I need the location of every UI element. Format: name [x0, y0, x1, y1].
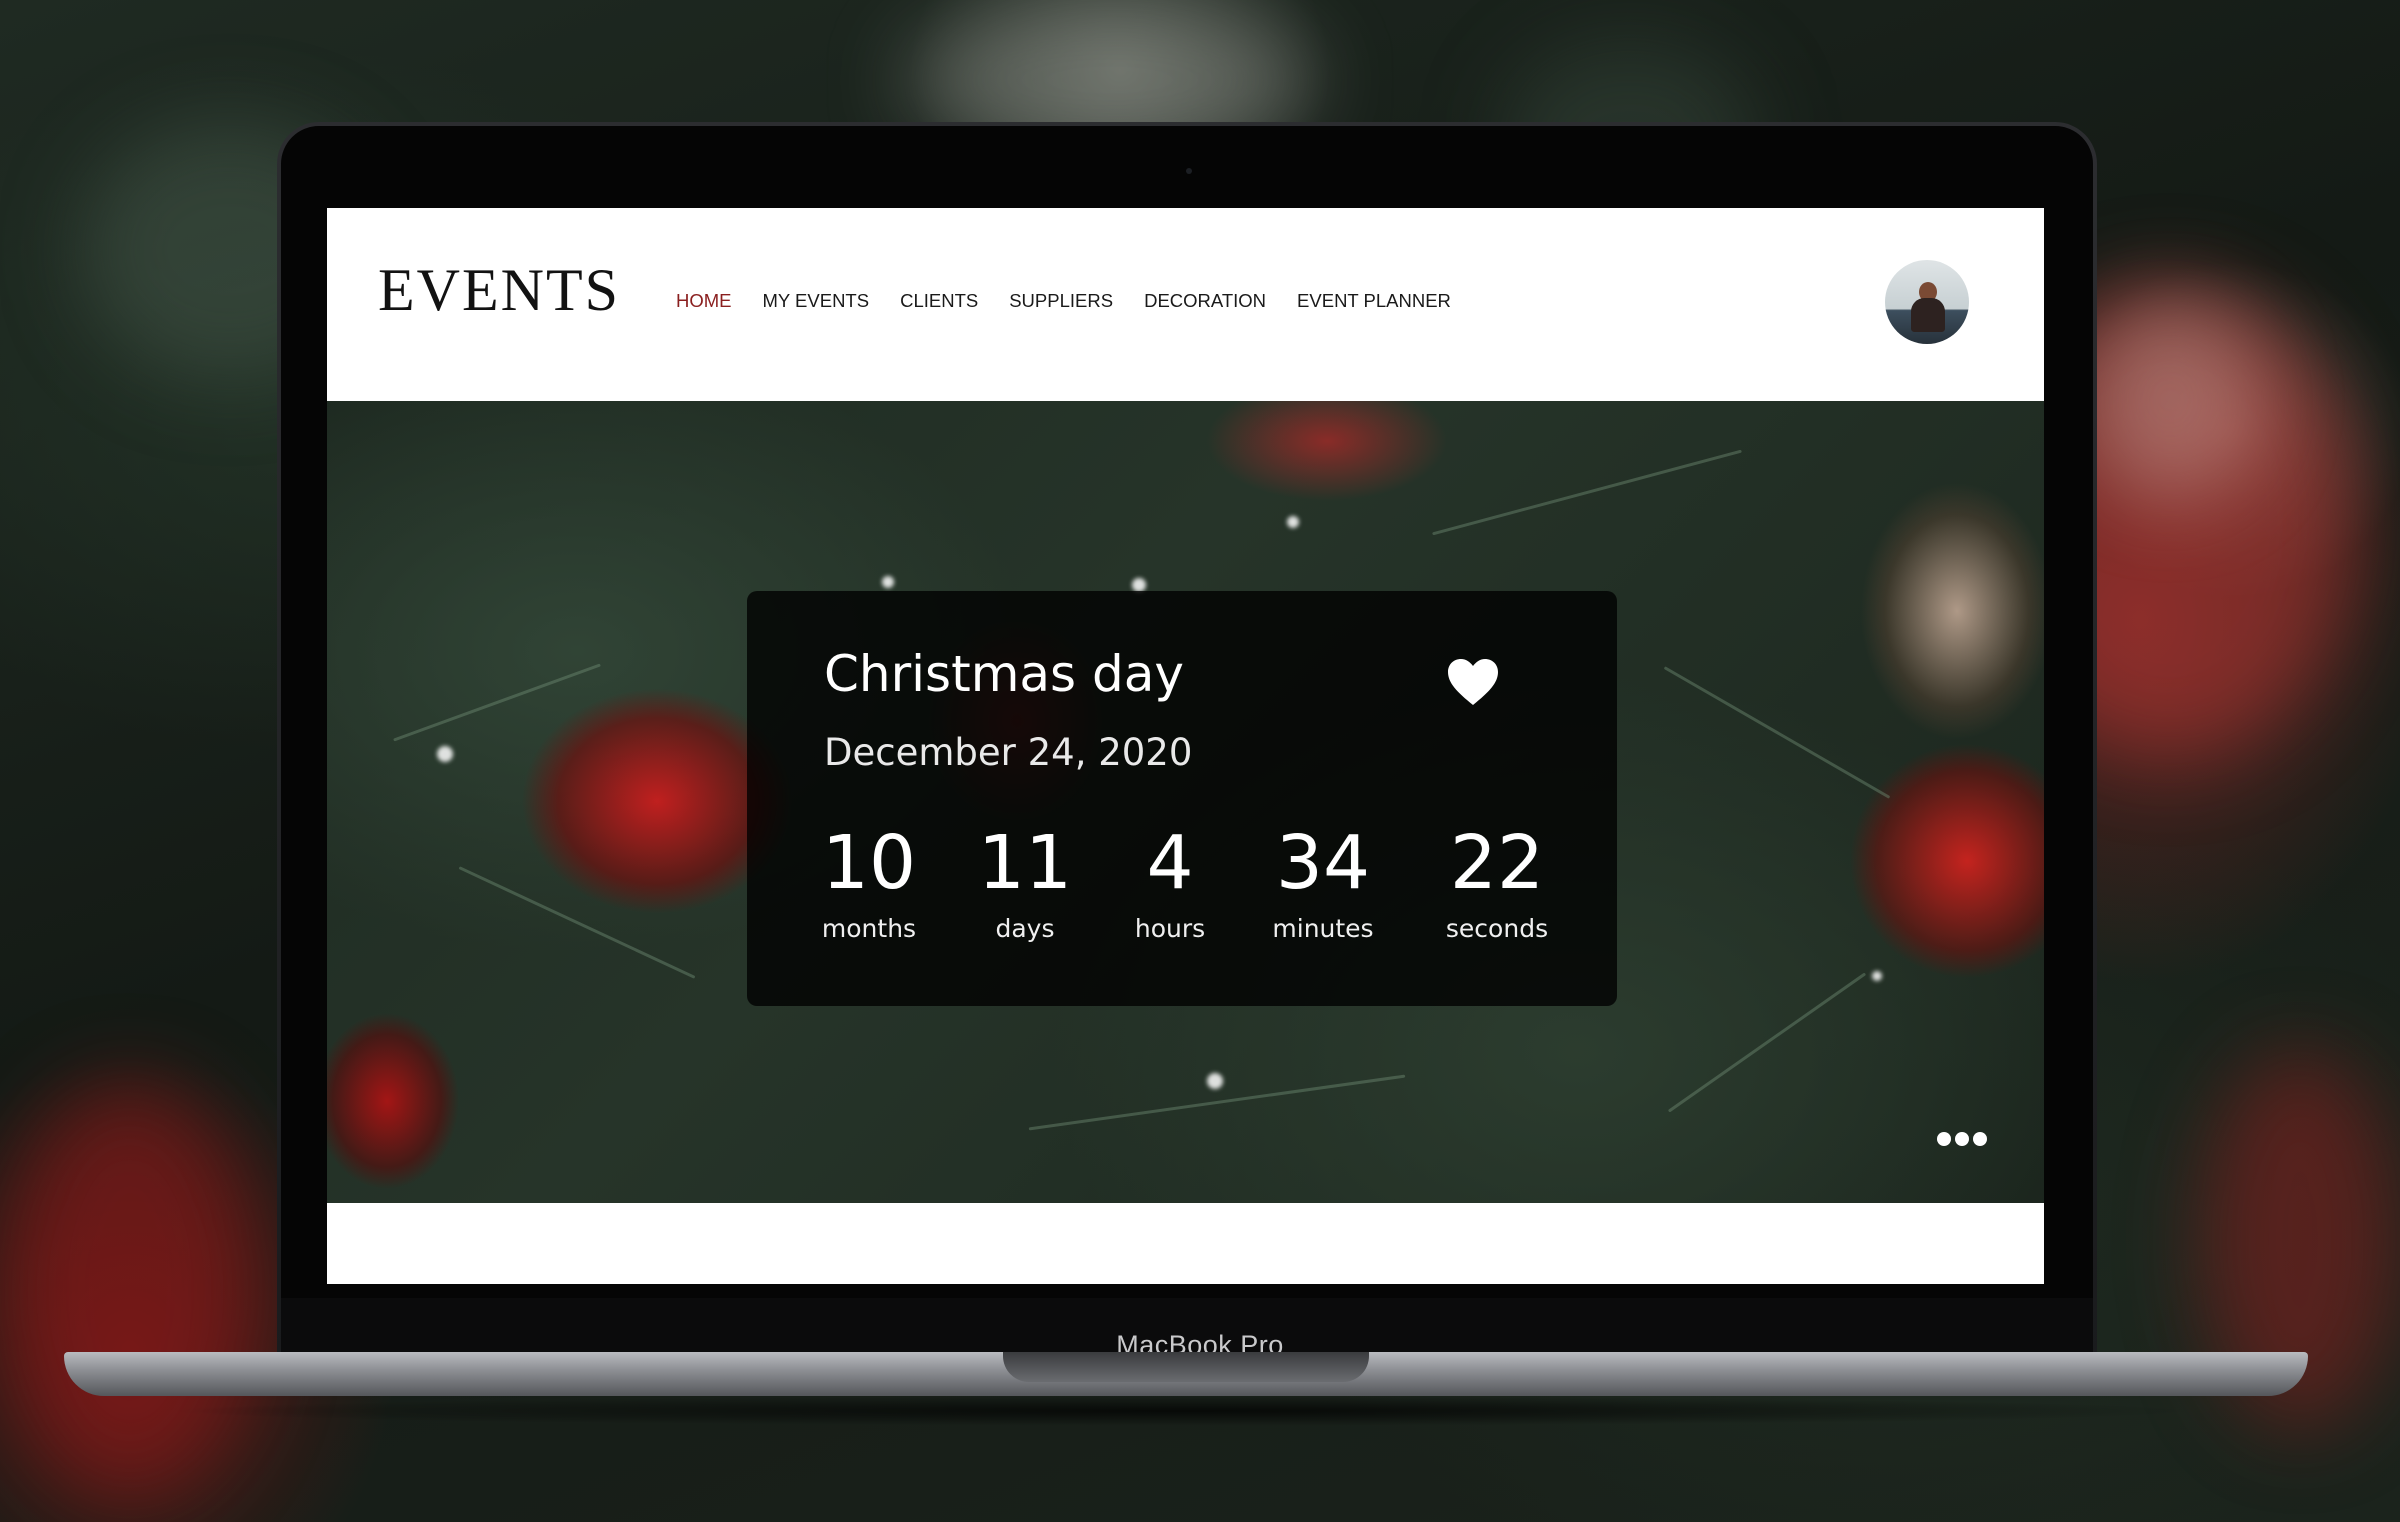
event-title: Christmas day: [824, 645, 1184, 703]
pine-needle: [1663, 666, 1891, 799]
laptop-shadow: [160, 1396, 2210, 1426]
camera-dot: [1186, 168, 1192, 174]
nav-item-clients[interactable]: CLIENTS: [900, 290, 978, 312]
tree-light: [882, 576, 894, 588]
hero-banner: Christmas day December 24, 2020 10 month…: [327, 401, 2044, 1203]
nav-item-event-planner[interactable]: EVENT PLANNER: [1297, 290, 1451, 312]
tree-light: [1207, 1073, 1223, 1089]
nav-item-my-events[interactable]: MY EVENTS: [763, 290, 870, 312]
nav-item-decoration[interactable]: DECORATION: [1144, 290, 1266, 312]
nav-item-suppliers[interactable]: SUPPLIERS: [1009, 290, 1113, 312]
pine-needle: [1667, 972, 1867, 1113]
tree-light: [1287, 516, 1299, 528]
app-logo[interactable]: EVENTS: [378, 260, 620, 320]
counter-value: 11: [977, 820, 1073, 906]
tree-light: [1132, 578, 1146, 592]
tree-light: [437, 746, 453, 762]
app-screen: EVENTS HOME MY EVENTS CLIENTS SUPPLIERS …: [327, 208, 2044, 1284]
tree-light: [1872, 971, 1882, 981]
countdown-counters: 10 months 11 days 4 hours 34 minutes 22: [799, 826, 1589, 956]
counter-unit-label: days: [995, 914, 1055, 943]
counter-hours: 4 hours: [1100, 826, 1240, 943]
counter-months: 10 months: [799, 826, 939, 943]
favorite-button[interactable]: [1445, 656, 1501, 708]
laptop-notch: [1003, 1352, 1369, 1382]
nav-item-home[interactable]: HOME: [676, 290, 732, 312]
main-nav: HOME MY EVENTS CLIENTS SUPPLIERS DECORAT…: [676, 290, 1451, 312]
more-dots-icon: [1973, 1132, 1987, 1146]
avatar-body: [1911, 298, 1945, 332]
counter-value: 10: [821, 820, 917, 906]
counter-unit-label: minutes: [1272, 914, 1374, 943]
counter-value: 22: [1449, 820, 1545, 906]
more-dots-icon: [1937, 1132, 1951, 1146]
counter-minutes: 34 minutes: [1253, 826, 1393, 943]
pine-needle: [1432, 449, 1742, 536]
more-dots-icon: [1955, 1132, 1969, 1146]
top-navbar: EVENTS HOME MY EVENTS CLIENTS SUPPLIERS …: [327, 208, 2044, 401]
user-avatar[interactable]: [1885, 260, 1969, 344]
countdown-card: Christmas day December 24, 2020 10 month…: [747, 591, 1617, 1006]
counter-seconds: 22 seconds: [1427, 826, 1567, 943]
counter-unit-label: hours: [1134, 914, 1206, 943]
counter-days: 11 days: [955, 826, 1095, 943]
more-options-button[interactable]: [1937, 1129, 1993, 1149]
counter-unit-label: months: [821, 914, 917, 943]
pine-needle: [393, 663, 601, 742]
content-below-hero: [327, 1203, 2044, 1284]
pine-needle: [458, 866, 696, 979]
heart-icon: [1448, 659, 1498, 705]
counter-unit-label: seconds: [1445, 914, 1549, 943]
counter-value: 34: [1275, 820, 1371, 906]
counter-value: 4: [1146, 820, 1194, 906]
event-date: December 24, 2020: [824, 731, 1193, 774]
